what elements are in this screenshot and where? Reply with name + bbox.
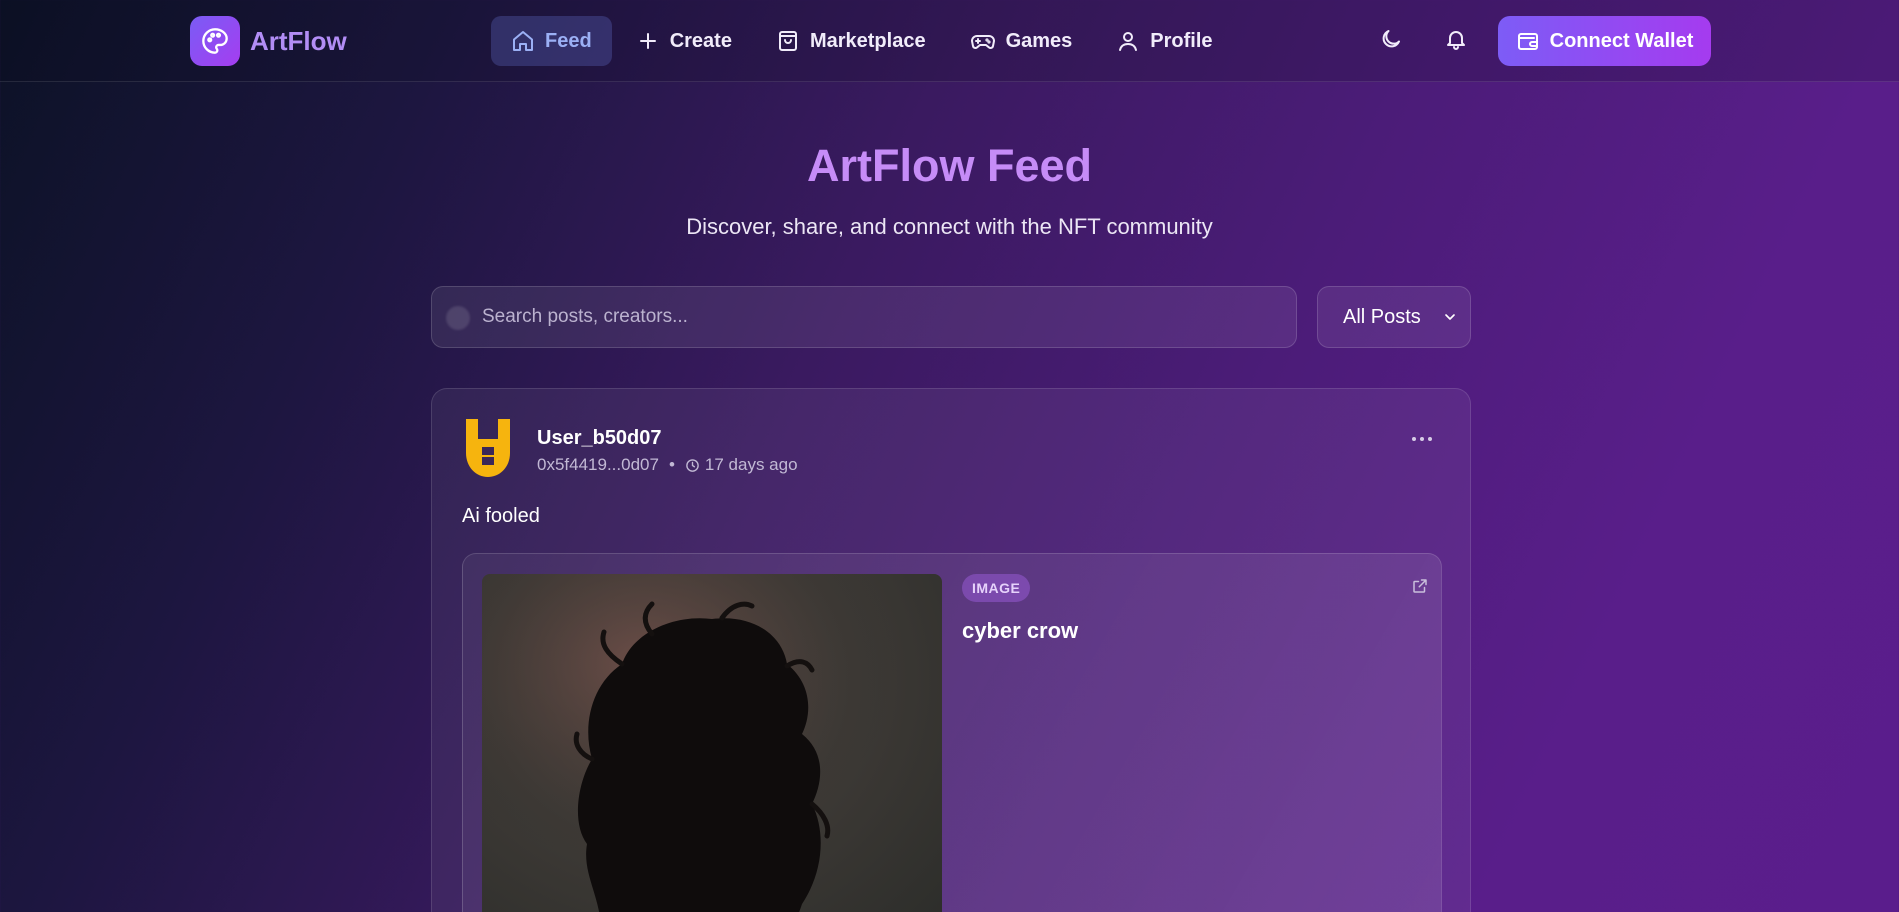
page-subtitle: Discover, share, and connect with the NF… (686, 214, 1213, 239)
nav-item-label: Create (669, 29, 732, 52)
brand[interactable]: ArtFlow (190, 16, 347, 66)
feed-post: User_b50d07 0x5f4419...0d07 • 17 days ag… (431, 388, 1471, 912)
filter-selected-value: All Posts (1343, 305, 1421, 328)
bell-icon (1444, 27, 1468, 56)
search-icon (446, 306, 470, 330)
page-title: ArtFlow Feed (806, 140, 1092, 191)
chevron-down-icon (1442, 309, 1458, 325)
nav-item-create[interactable]: Create (616, 16, 752, 66)
post-meta: 0x5f4419...0d07 • 17 days ago (537, 455, 798, 475)
connect-wallet-button[interactable]: Connect Wallet (1498, 16, 1711, 66)
more-horizontal-icon (1410, 430, 1434, 448)
theme-toggle-button[interactable] (1366, 16, 1416, 66)
search-input[interactable] (482, 287, 1282, 347)
notifications-button[interactable] (1431, 16, 1481, 66)
gamepad-icon (970, 29, 996, 53)
nft-image[interactable] (482, 574, 942, 912)
meta-separator: • (668, 455, 675, 474)
avatar[interactable] (462, 417, 514, 479)
search-bar (431, 286, 1297, 348)
nav-item-label: Profile (1150, 29, 1213, 52)
moon-icon (1379, 27, 1403, 56)
post-time: 17 days ago (704, 455, 798, 474)
clock-icon (685, 458, 700, 473)
connect-wallet-label: Connect Wallet (1549, 29, 1694, 52)
post-options-button[interactable] (1402, 427, 1442, 451)
user-icon (1116, 29, 1140, 53)
main-nav: Feed Create Marketplace Games Profile (491, 16, 1237, 66)
top-navbar: ArtFlow Feed Create Marketplace Games Pr… (0, 0, 1899, 82)
nft-type-badge: IMAGE (962, 574, 1031, 602)
nft-preview-card[interactable]: IMAGE cyber crow (462, 553, 1442, 912)
post-filter-select[interactable]: All Posts (1317, 286, 1471, 348)
nav-item-profile[interactable]: Profile (1096, 16, 1232, 66)
palette-icon (190, 16, 240, 66)
shopping-bag-icon (776, 29, 800, 53)
post-username[interactable]: User_b50d07 (537, 427, 662, 450)
nav-item-label: Marketplace (809, 29, 926, 52)
post-text: Ai fooled (462, 505, 540, 527)
wallet-icon (1516, 29, 1540, 53)
brand-name: ArtFlow (250, 25, 347, 56)
open-external-button[interactable] (1408, 576, 1432, 600)
nav-item-label: Games (1005, 29, 1073, 52)
external-link-icon (1411, 577, 1429, 600)
nav-item-marketplace[interactable]: Marketplace (756, 16, 946, 66)
nav-item-feed[interactable]: Feed (491, 16, 612, 66)
nav-item-label: Feed (545, 29, 592, 52)
plus-icon (636, 29, 660, 53)
home-icon (511, 29, 535, 53)
nav-item-games[interactable]: Games (950, 16, 1093, 66)
wallet-address: 0x5f4419...0d07 (537, 455, 659, 474)
nft-title[interactable]: cyber crow (962, 618, 1078, 644)
